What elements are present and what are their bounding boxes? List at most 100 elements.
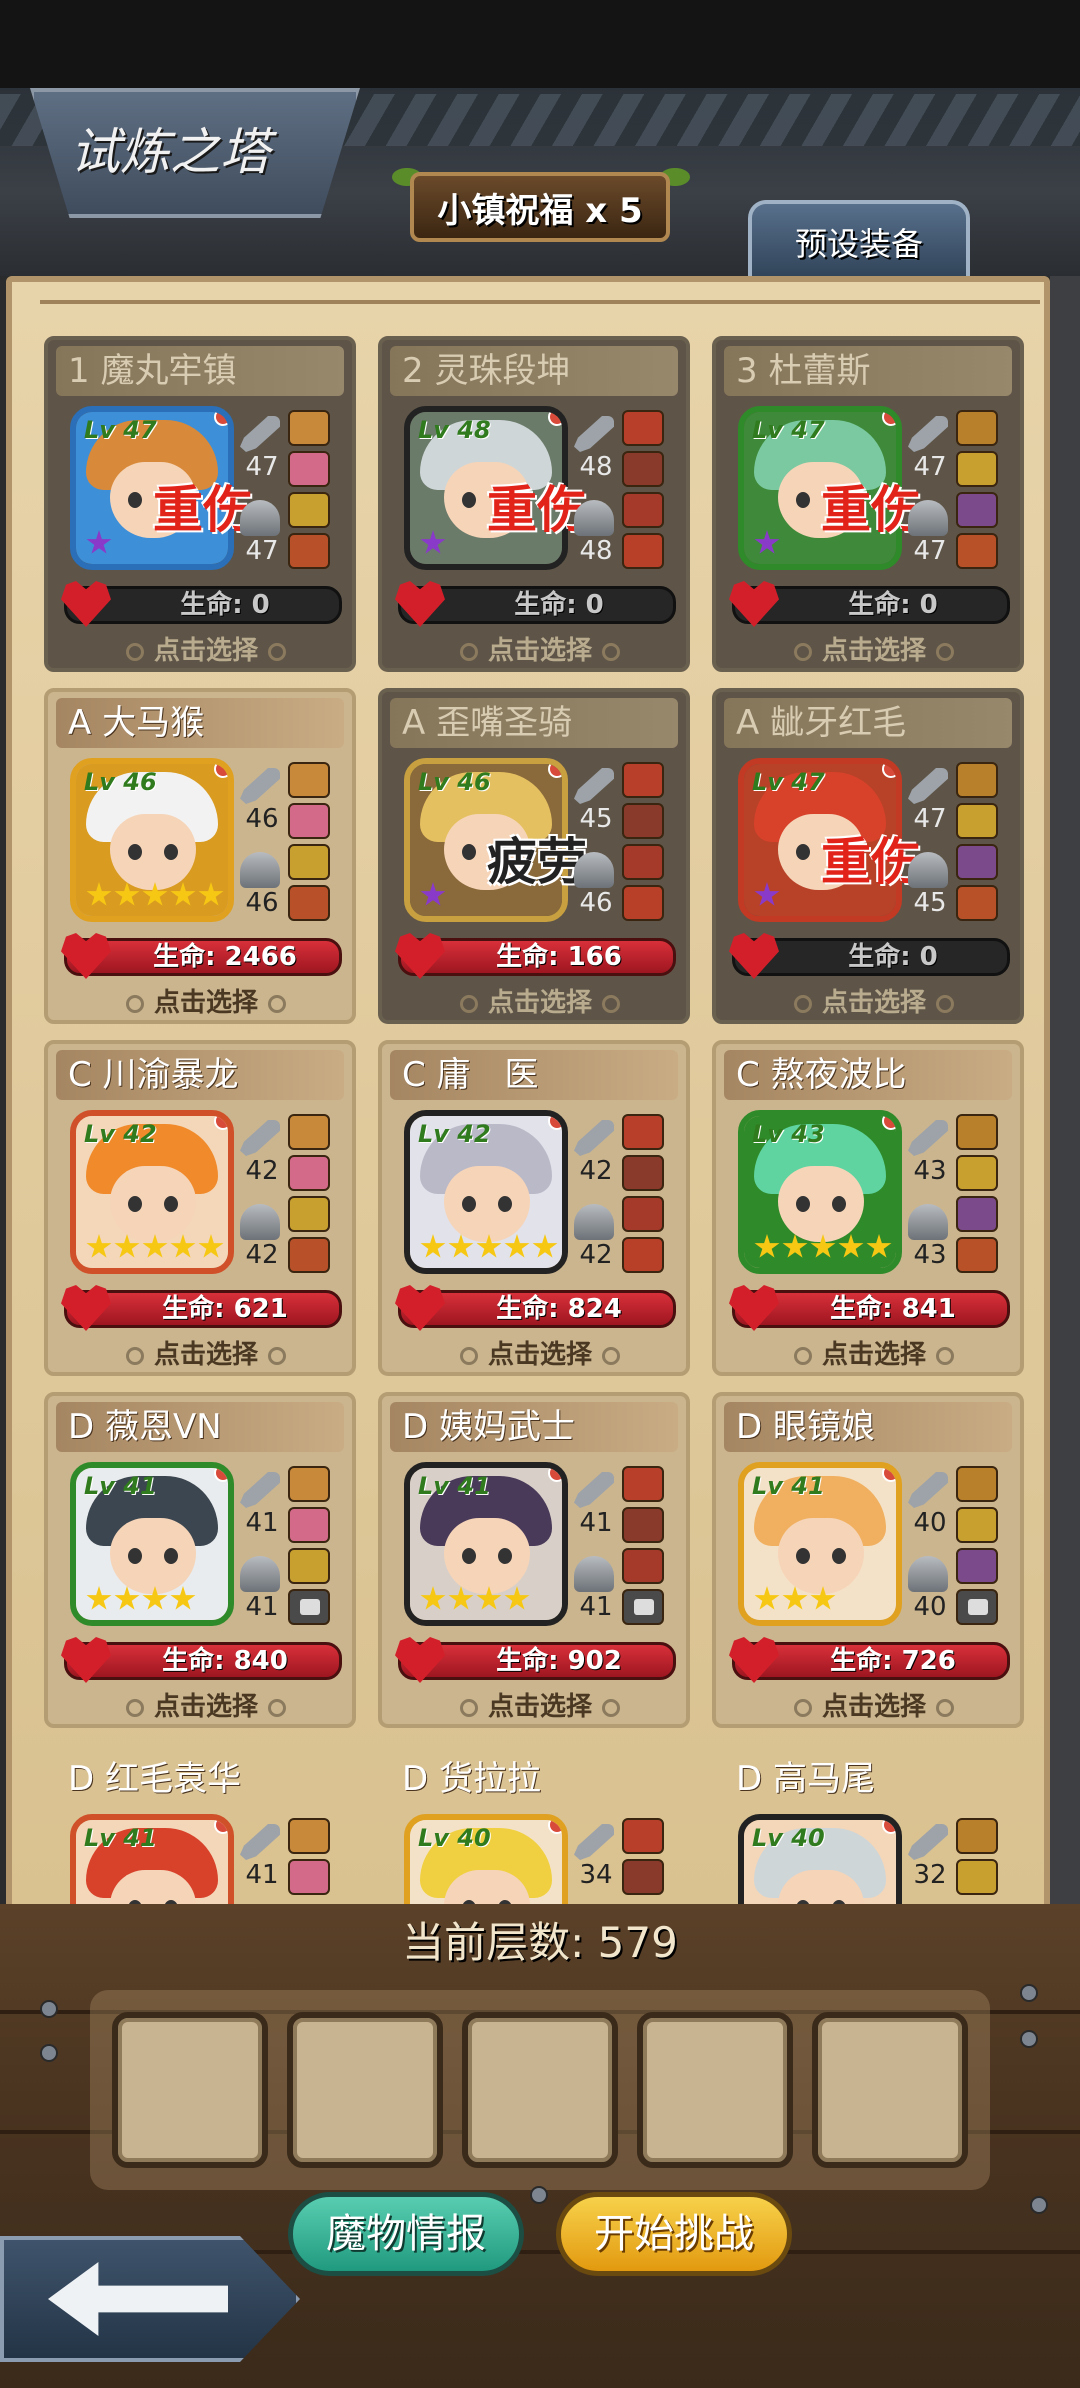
select-button[interactable]: 点击选择 [94, 982, 318, 1018]
select-button[interactable]: 点击选择 [762, 630, 986, 666]
hero-portrait[interactable]: Lv 42 [404, 1110, 568, 1274]
item-slot[interactable] [622, 492, 664, 528]
hero-card[interactable]: D 红毛袁华 Lv 41 41 [44, 1744, 356, 1916]
item-slot[interactable] [956, 533, 998, 569]
item-slot[interactable] [622, 1548, 664, 1584]
hero-portrait[interactable]: Lv 41 [70, 1462, 234, 1626]
item-slot[interactable] [622, 844, 664, 880]
item-slot[interactable] [956, 762, 998, 798]
monster-info-button[interactable]: 魔物情报 [288, 2192, 524, 2276]
item-slot[interactable] [288, 1507, 330, 1543]
item-slot[interactable] [622, 410, 664, 446]
item-slot[interactable] [288, 1196, 330, 1232]
item-slots[interactable] [622, 410, 666, 574]
item-slots[interactable] [622, 762, 666, 926]
item-slot[interactable] [288, 1155, 330, 1191]
select-button[interactable]: 点击选择 [94, 1334, 318, 1370]
item-slot[interactable] [956, 1114, 998, 1150]
hero-card[interactable]: A 歪嘴圣骑 Lv 46 疲劳 45 46 生命: 166 点击选择 [378, 688, 690, 1024]
hero-card[interactable]: 2 灵珠段坤 Lv 48 重伤 48 48 生命: 0 点击选择 [378, 336, 690, 672]
hero-portrait[interactable]: Lv 41 [738, 1462, 902, 1626]
item-slot[interactable] [288, 844, 330, 880]
item-slot[interactable] [288, 1818, 330, 1854]
hero-card[interactable]: D 姨妈武士 Lv 41 41 41 生命: 902 点击选择 [378, 1392, 690, 1728]
item-slot[interactable] [288, 410, 330, 446]
item-slot[interactable] [622, 1155, 664, 1191]
item-slots[interactable] [288, 1114, 332, 1278]
team-slot[interactable] [287, 2012, 443, 2168]
hero-card[interactable]: 1 魔丸牢镇 Lv 47 重伤 47 47 生命: 0 点击选择 [44, 336, 356, 672]
item-slot[interactable] [288, 1859, 330, 1895]
item-slots[interactable] [622, 1466, 666, 1630]
item-slot[interactable] [956, 1507, 998, 1543]
item-slot[interactable] [288, 492, 330, 528]
item-slot[interactable] [622, 1859, 664, 1895]
item-slot[interactable] [622, 1818, 664, 1854]
item-slot[interactable] [956, 803, 998, 839]
item-slot[interactable] [956, 1818, 998, 1854]
select-button[interactable]: 点击选择 [94, 630, 318, 666]
item-slots[interactable] [956, 1818, 1000, 1916]
item-slots[interactable] [956, 1466, 1000, 1630]
hero-roster[interactable]: 1 魔丸牢镇 Lv 47 重伤 47 47 生命: 0 点击选择 2 灵珠段坤 Lv 48 重伤 4… [44, 336, 1036, 1916]
item-slots[interactable] [288, 762, 332, 926]
hero-card[interactable]: C 熬夜波比 Lv 43 43 43 生命: 841 点击选择 [712, 1040, 1024, 1376]
start-challenge-button[interactable]: 开始挑战 [556, 2192, 792, 2276]
item-slot[interactable] [288, 533, 330, 569]
select-button[interactable]: 点击选择 [94, 1686, 318, 1722]
item-slot[interactable] [956, 451, 998, 487]
hero-card[interactable]: D 货拉拉 Lv 40 34 [378, 1744, 690, 1916]
item-slot[interactable] [622, 1114, 664, 1150]
item-slot[interactable] [956, 410, 998, 446]
item-slot[interactable] [622, 533, 664, 569]
item-slots[interactable] [956, 762, 1000, 926]
hero-portrait[interactable]: Lv 42 [70, 1110, 234, 1274]
hero-card[interactable]: D 薇恩VN Lv 41 41 41 生命: 840 点击选择 [44, 1392, 356, 1728]
select-button[interactable]: 点击选择 [428, 982, 652, 1018]
hero-portrait[interactable]: Lv 41 [70, 1814, 234, 1916]
item-slot[interactable] [622, 451, 664, 487]
item-slot[interactable] [288, 1548, 330, 1584]
item-slot[interactable] [622, 1237, 664, 1273]
team-slot[interactable] [812, 2012, 968, 2168]
item-slots[interactable] [288, 1818, 332, 1916]
item-slot[interactable] [956, 1548, 998, 1584]
hero-portrait[interactable]: Lv 40 [738, 1814, 902, 1916]
hero-portrait[interactable]: Lv 43 [738, 1110, 902, 1274]
select-button[interactable]: 点击选择 [428, 1686, 652, 1722]
item-slots[interactable] [288, 410, 332, 574]
item-slot[interactable] [622, 1196, 664, 1232]
item-slot[interactable] [622, 885, 664, 921]
item-slot[interactable] [956, 1466, 998, 1502]
hero-portrait[interactable]: Lv 46 [70, 758, 234, 922]
item-slot[interactable] [622, 762, 664, 798]
select-button[interactable]: 点击选择 [762, 982, 986, 1018]
select-button[interactable]: 点击选择 [428, 1334, 652, 1370]
team-slot[interactable] [637, 2012, 793, 2168]
select-button[interactable]: 点击选择 [762, 1686, 986, 1722]
item-slot[interactable] [288, 762, 330, 798]
item-slot[interactable] [622, 1507, 664, 1543]
hero-card[interactable]: A 大马猴 Lv 46 46 46 生命: 2466 点击选择 [44, 688, 356, 1024]
item-slot[interactable] [956, 1237, 998, 1273]
item-slot[interactable] [288, 1466, 330, 1502]
item-slot[interactable] [288, 1114, 330, 1150]
item-slot[interactable] [288, 1237, 330, 1273]
item-slot[interactable] [956, 1196, 998, 1232]
item-slot[interactable] [288, 451, 330, 487]
hero-card[interactable]: A 龇牙红毛 Lv 47 重伤 47 45 生命: 0 点击选择 [712, 688, 1024, 1024]
item-slot[interactable] [288, 1589, 330, 1625]
item-slot[interactable] [956, 885, 998, 921]
hero-card[interactable]: C 川渝暴龙 Lv 42 42 42 生命: 621 点击选择 [44, 1040, 356, 1376]
preset-equipment-tab[interactable]: 预设装备 [748, 200, 970, 280]
hero-card[interactable]: D 高马尾 Lv 40 32 [712, 1744, 1024, 1916]
item-slots[interactable] [622, 1114, 666, 1278]
item-slot[interactable] [956, 1155, 998, 1191]
item-slot[interactable] [622, 1466, 664, 1502]
team-slot[interactable] [112, 2012, 268, 2168]
hero-card[interactable]: D 眼镜娘 Lv 41 40 40 生命: 726 点击选择 [712, 1392, 1024, 1728]
item-slots[interactable] [956, 410, 1000, 574]
item-slot[interactable] [956, 1589, 998, 1625]
item-slots[interactable] [288, 1466, 332, 1630]
item-slot[interactable] [622, 803, 664, 839]
